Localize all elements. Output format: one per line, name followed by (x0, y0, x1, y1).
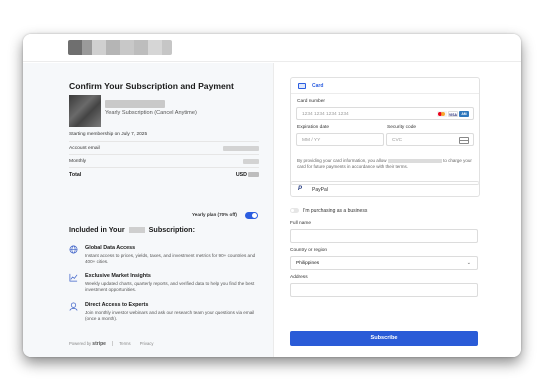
address-input[interactable] (290, 283, 478, 297)
security-code-label: Security code (387, 125, 417, 130)
country-label: Country or region (290, 248, 328, 253)
card-brands: VISA AM (436, 111, 469, 129)
full-name-input[interactable] (290, 229, 478, 243)
card-consent-text: By providing your card information, you … (297, 158, 475, 171)
payment-panel: Card Card number 1234 1234 1234 1234 VIS… (274, 63, 521, 357)
card-number-input[interactable]: 1234 1234 1234 1234 VISA AM (296, 107, 474, 120)
powered-by-text: Powered by (69, 341, 92, 346)
country-value: Philippines (296, 261, 320, 266)
feature-title: Global Data Access (85, 245, 136, 251)
expiration-placeholder: MM / YY (302, 138, 321, 143)
paypal-icon: P (298, 186, 303, 192)
amex-icon: AM (459, 111, 469, 117)
chevron-down-icon: ⌄ (466, 260, 471, 266)
cvc-icon (459, 137, 469, 144)
product-subtitle: Yearly Subscription (Cancel Anytime) (105, 110, 197, 116)
privacy-link[interactable]: Privacy (140, 341, 154, 346)
terms-link[interactable]: Terms (119, 341, 130, 346)
card-tab[interactable]: Card (291, 78, 479, 94)
business-toggle-row[interactable]: I'm purchasing as a business (290, 208, 367, 214)
yearly-plan-toggle[interactable] (245, 212, 258, 219)
subscribe-button[interactable]: Subscribe (290, 331, 478, 346)
card-number-placeholder: 1234 1234 1234 1234 (302, 112, 349, 117)
card-number-label: Card number (297, 99, 325, 104)
full-name-label: Full name (290, 221, 312, 226)
card-tab-label: Card (312, 83, 324, 89)
card-payment-option[interactable]: Card Card number 1234 1234 1234 1234 VIS… (290, 77, 480, 185)
footer-divider (112, 341, 114, 347)
starting-date-text: Starting membership on July 7, 2025 (69, 132, 148, 137)
monthly-row: Monthly (69, 154, 259, 167)
expiration-input[interactable]: MM / YY (296, 133, 384, 146)
globe-icon (69, 245, 78, 254)
business-label: I'm purchasing as a business (303, 208, 368, 214)
page-title: Confirm Your Subscription and Payment (69, 81, 234, 91)
feature-description: Weekly updated charts, quarterly reports… (85, 281, 255, 293)
total-currency: USD (235, 172, 247, 178)
security-code-input[interactable]: CVC (386, 133, 474, 146)
product-name-redacted (105, 100, 165, 108)
merchant-name-redacted (387, 158, 442, 163)
visa-icon: VISA (448, 111, 458, 117)
feature-description: Instant access to prices, yields, taxes,… (85, 253, 256, 265)
feature-title: Exclusive Market Insights (85, 273, 151, 279)
paypal-label: PayPal (312, 187, 328, 193)
included-prefix: Included in Your (69, 225, 125, 234)
footer: Powered by stripe Terms Privacy (69, 341, 162, 347)
chart-icon (69, 273, 78, 282)
account-email-row: Account email (69, 141, 259, 154)
consent-start: By providing your card information, you … (297, 158, 387, 163)
country-select[interactable]: Philippines ⌄ (290, 256, 478, 270)
account-email-value-redacted (223, 146, 259, 151)
address-label: Address (290, 275, 308, 280)
business-toggle[interactable] (290, 208, 299, 214)
company-logo[interactable] (68, 40, 172, 55)
yearly-plan-label: Yearly plan (70% off) (192, 212, 237, 217)
monthly-price-redacted (243, 159, 259, 164)
security-code-placeholder: CVC (392, 138, 403, 143)
stripe-logo[interactable]: stripe (92, 341, 106, 347)
account-email-label: Account email (69, 146, 100, 151)
mastercard-icon (437, 111, 447, 117)
monthly-label: Monthly (69, 159, 87, 164)
product-image (69, 95, 101, 127)
checkout-window: Confirm Your Subscription and Payment Ye… (23, 34, 521, 357)
card-icon (298, 83, 306, 89)
total-label: Total (69, 172, 82, 178)
feature-description: Join monthly investor webinars and ask o… (85, 310, 255, 322)
total-row: Total USD (69, 167, 259, 181)
experts-icon (69, 302, 78, 311)
included-heading: Included in Your Subscription: (69, 225, 195, 234)
included-suffix: Subscription: (148, 225, 195, 234)
included-brand-redacted (128, 227, 145, 234)
order-summary-panel: Confirm Your Subscription and Payment Ye… (23, 63, 274, 357)
top-bar (23, 34, 521, 62)
paypal-payment-option[interactable]: P PayPal (290, 181, 480, 197)
expiration-label: Expiration date (297, 125, 329, 130)
total-amount-redacted (248, 172, 259, 177)
feature-title: Direct Access to Experts (85, 302, 149, 308)
